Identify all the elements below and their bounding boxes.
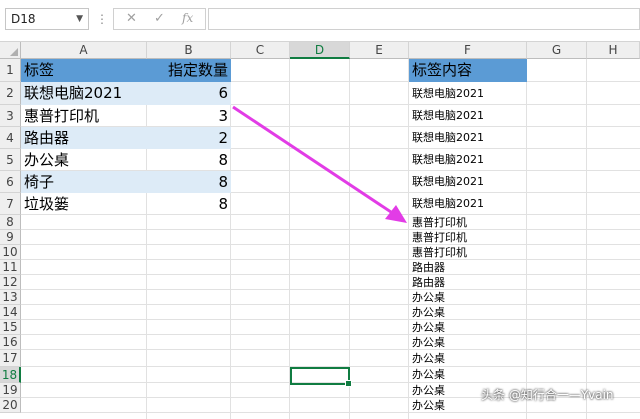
active-cell[interactable] [290, 367, 352, 387]
annotation-arrow-head [385, 205, 407, 223]
annotation-arrow-layer [232, 105, 407, 223]
watermark: 头条 @知行合一—Yvain [481, 388, 614, 402]
annotation-arrow [232, 105, 401, 220]
